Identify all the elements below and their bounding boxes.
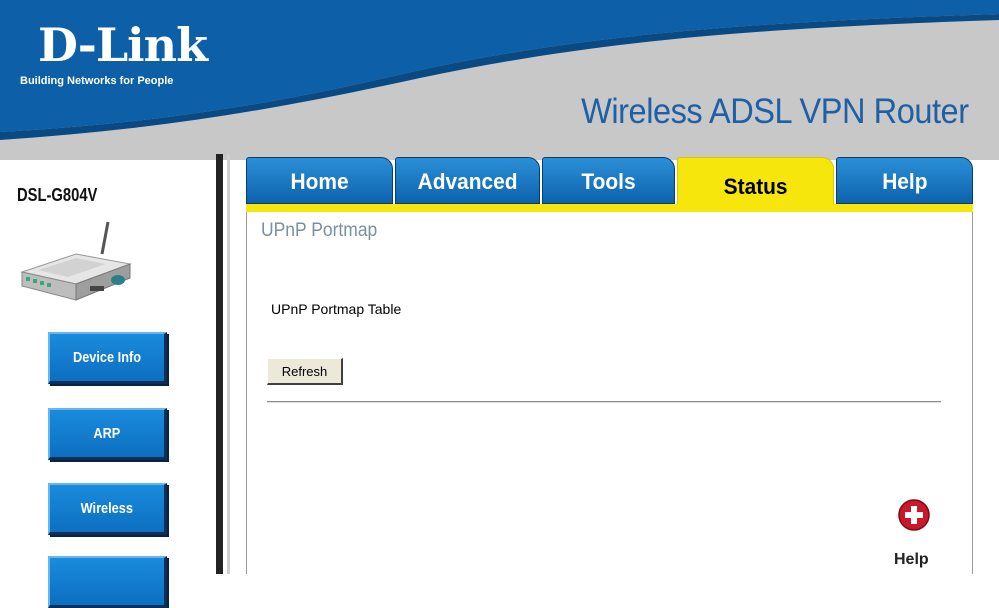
sidebar-divider-light: [227, 154, 230, 574]
divider-line: [267, 401, 941, 403]
tab-home[interactable]: Home: [246, 157, 393, 204]
dlink-logo: D-Link: [38, 18, 208, 72]
tab-label: Home: [290, 169, 349, 194]
tab-tools[interactable]: Tools: [542, 157, 675, 204]
tab-label: Help: [881, 169, 928, 194]
sidebar-btn-partial[interactable]: [48, 556, 167, 608]
header-banner: D-Link Building Networks for People Wire…: [0, 0, 999, 160]
sidebar-btn-device-info[interactable]: Device Info: [48, 332, 167, 384]
tab-advanced[interactable]: Advanced: [395, 157, 540, 204]
tab-help[interactable]: Help: [836, 157, 973, 204]
logo-tagline: Building Networks for People: [20, 75, 174, 87]
refresh-button[interactable]: Refresh: [267, 358, 343, 385]
sidebar-btn-label: ARP: [93, 425, 121, 442]
sidebar-divider: [216, 154, 223, 574]
sidebar: DSL-G804V Device Info ARP Wireless: [0, 160, 216, 608]
sidebar-btn-arp[interactable]: ARP: [48, 408, 167, 460]
tab-status[interactable]: Status: [677, 157, 834, 209]
sidebar-btn-label: Wireless: [80, 500, 134, 517]
tab-label: Advanced: [417, 169, 518, 194]
product-title: Wireless ADSL VPN Router: [581, 92, 970, 131]
active-tab-strip: [246, 204, 973, 212]
router-image: [20, 221, 132, 301]
sidebar-btn-wireless[interactable]: Wireless: [48, 483, 167, 535]
tab-label: Tools: [581, 169, 636, 194]
main-content: UPnP Portmap UPnP Portmap Table Refresh …: [246, 212, 973, 574]
tab-label: Status: [723, 174, 788, 199]
table-title: UPnP Portmap Table: [271, 301, 402, 317]
plus-help-icon[interactable]: [898, 499, 930, 531]
help-link[interactable]: Help: [894, 551, 929, 569]
sidebar-btn-label: Device Info: [72, 349, 142, 366]
model-label: DSL-G804V: [17, 185, 98, 205]
page-title: UPnP Portmap: [261, 220, 378, 241]
main-tabs: Home Advanced Tools Status Help: [246, 157, 973, 209]
